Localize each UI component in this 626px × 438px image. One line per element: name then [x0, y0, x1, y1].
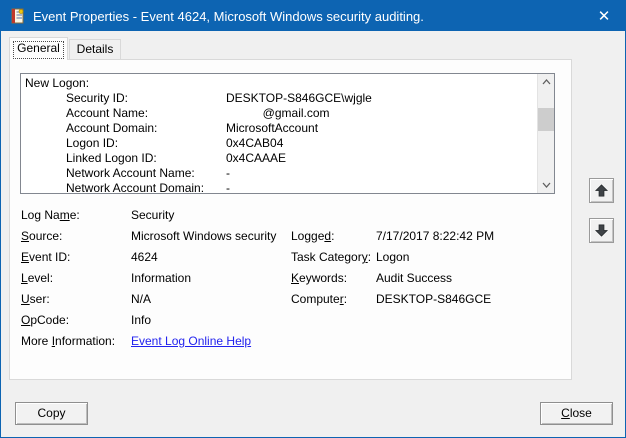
- event-description-text: New Logon: Security ID: DESKTOP-S846GCE\…: [21, 75, 537, 193]
- field-value-user: N/A: [131, 292, 151, 306]
- tab-general[interactable]: General: [9, 37, 68, 60]
- event-field-label: Linked Logon ID:: [66, 151, 226, 166]
- event-text-row: Network Account Name: -: [25, 166, 537, 181]
- field-value-logged: 7/17/2017 8:22:42 PM: [376, 229, 494, 243]
- chevron-up-icon: [542, 79, 551, 85]
- field-label-more-information: More Information:: [21, 334, 115, 348]
- event-field-label: Account Domain:: [66, 121, 226, 136]
- field-label-logged: Logged:: [291, 229, 334, 243]
- next-event-button[interactable]: [589, 218, 614, 243]
- tab-general-label: General: [17, 41, 60, 55]
- event-field-value: 0x4CAB04: [226, 136, 283, 151]
- event-text-row: Security ID: DESKTOP-S846GCE\wjgle: [25, 91, 537, 106]
- field-label-computer: Computer:: [291, 292, 347, 306]
- scrollbar-thumb[interactable]: [538, 108, 555, 131]
- field-value-keywords: Audit Success: [376, 271, 452, 285]
- field-label-opcode: OpCode:: [21, 313, 69, 327]
- field-label-source: Source:: [21, 229, 62, 243]
- event-log-icon: [10, 8, 26, 24]
- event-field-value: -: [226, 181, 230, 193]
- previous-event-button[interactable]: [589, 178, 614, 203]
- event-field-value: DESKTOP-S846GCE\wjgle: [226, 91, 372, 106]
- event-properties-dialog: Event Properties - Event 4624, Microsoft…: [0, 0, 626, 438]
- arrow-down-icon: [593, 222, 610, 239]
- close-button[interactable]: Close: [540, 402, 613, 425]
- event-field-label: Security ID:: [66, 91, 226, 106]
- close-icon: ✕: [598, 8, 611, 25]
- field-label-task-category: Task Category:: [291, 250, 371, 264]
- field-value-source: Microsoft Windows security: [131, 229, 276, 243]
- event-text-heading: New Logon:: [25, 76, 537, 91]
- scroll-down-button[interactable]: [538, 177, 555, 193]
- event-field-value: MicrosoftAccount: [226, 121, 318, 136]
- field-label-keywords: Keywords:: [291, 271, 347, 285]
- event-text-row: Account Name: @gmail.com: [25, 106, 537, 121]
- event-field-label: Account Name:: [66, 106, 226, 121]
- field-label-log-name: Log Name:: [21, 208, 80, 222]
- chevron-down-icon: [542, 182, 551, 188]
- field-value-event-id: 4624: [131, 250, 158, 264]
- event-field-value: -: [226, 166, 230, 181]
- field-label-user: User:: [21, 292, 50, 306]
- tab-details-label: Details: [77, 42, 114, 56]
- tab-details[interactable]: Details: [69, 39, 121, 60]
- field-label-event-id: Event ID:: [21, 250, 70, 264]
- event-field-value: @gmail.com: [226, 106, 330, 121]
- field-value-computer: DESKTOP-S846GCE: [376, 292, 491, 306]
- close-button-label: Close: [561, 406, 592, 420]
- scroll-up-button[interactable]: [538, 74, 555, 90]
- field-value-log-name: Security: [131, 208, 174, 222]
- vertical-scrollbar[interactable]: [537, 74, 554, 193]
- copy-button[interactable]: Copy: [15, 402, 88, 425]
- window-title: Event Properties - Event 4624, Microsoft…: [33, 9, 424, 24]
- event-text-row: Logon ID: 0x4CAB04: [25, 136, 537, 151]
- arrow-up-icon: [593, 182, 610, 199]
- event-field-label: Logon ID:: [66, 136, 226, 151]
- copy-button-label: Copy: [37, 406, 65, 420]
- event-field-label: Network Account Domain:: [66, 181, 226, 193]
- field-value-task-category: Logon: [376, 250, 409, 264]
- field-value-opcode: Info: [131, 313, 151, 327]
- event-text-row-clipped: Network Account Domain: -: [25, 181, 537, 193]
- field-value-level: Information: [131, 271, 191, 285]
- event-field-value: 0x4CAAAE: [226, 151, 286, 166]
- event-text-row: Account Domain: MicrosoftAccount: [25, 121, 537, 136]
- close-window-button[interactable]: ✕: [589, 4, 619, 28]
- field-label-level: Level:: [21, 271, 53, 285]
- event-log-online-help-link[interactable]: Event Log Online Help: [131, 334, 251, 348]
- title-bar: Event Properties - Event 4624, Microsoft…: [1, 1, 625, 31]
- event-description-box[interactable]: New Logon: Security ID: DESKTOP-S846GCE\…: [20, 73, 555, 194]
- event-text-row: Linked Logon ID: 0x4CAAAE: [25, 151, 537, 166]
- event-field-label: Network Account Name:: [66, 166, 226, 181]
